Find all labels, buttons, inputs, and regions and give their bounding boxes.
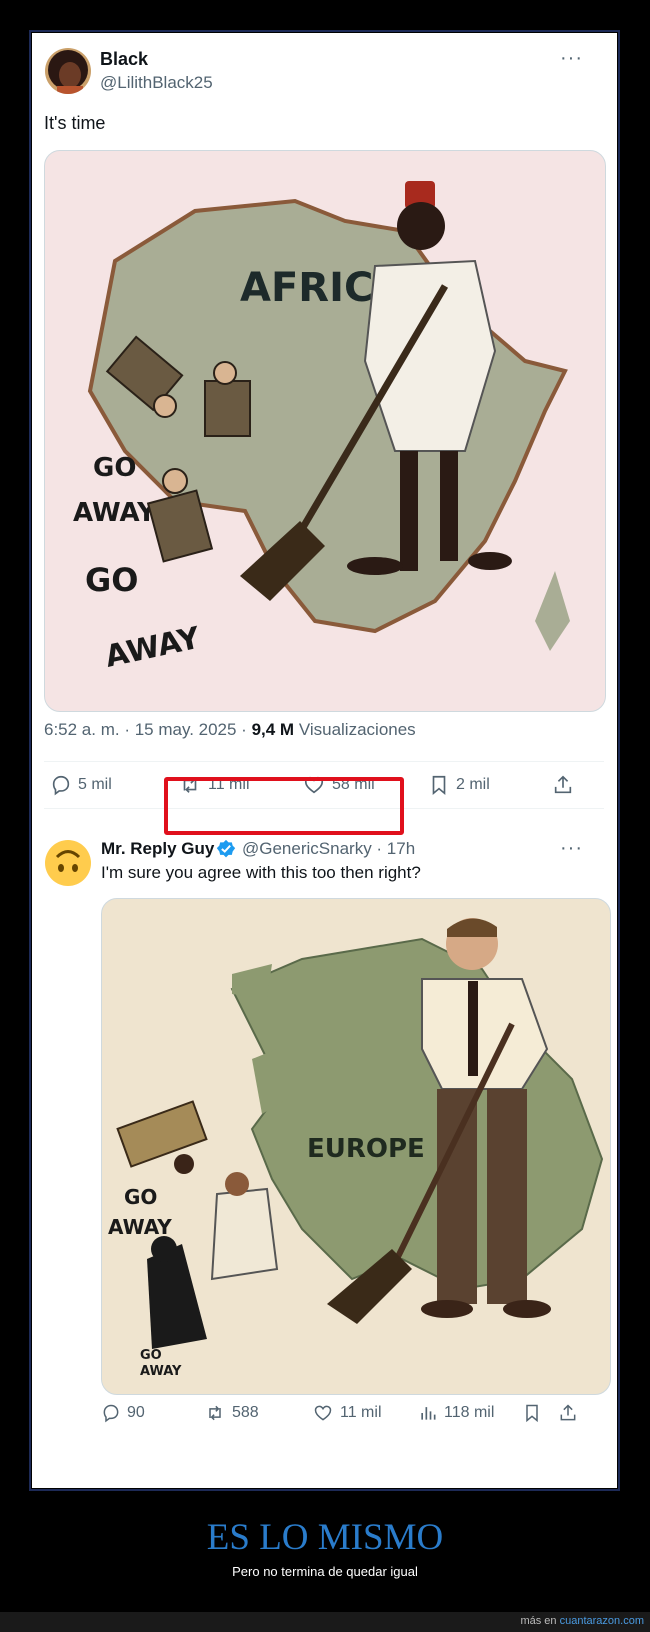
footer-site-link[interactable]: cuantarazon.com <box>560 1615 644 1627</box>
views-button[interactable]: 118 mil <box>418 1395 494 1431</box>
avatar-image <box>45 48 91 94</box>
author-handle[interactable]: @LilithBlack25 <box>100 73 213 93</box>
views-count: 118 mil <box>444 1404 495 1421</box>
reply-author-name[interactable]: Mr. Reply Guy <box>101 839 214 859</box>
reply-button[interactable]: 5 mil <box>50 763 112 807</box>
footer-prefix: más en <box>520 1615 560 1627</box>
share-icon <box>554 775 572 794</box>
retweet-icon <box>209 1405 221 1421</box>
africa-illustration: AFRICA GO AWAY GO AWAY <box>73 181 570 675</box>
go-away-text: AWAY <box>140 1364 182 1379</box>
caption-title: ES LO MISMO <box>206 1517 444 1558</box>
share-icon <box>560 1404 576 1421</box>
tweet-meta: 6:52 a. m. · 15 may. 2025 · 9,4 M Visual… <box>44 710 416 750</box>
bookmark-button[interactable]: 2 mil <box>428 763 490 807</box>
verified-badge-icon <box>216 839 236 864</box>
views-label: Visualizaciones <box>294 720 416 739</box>
highlight-box <box>164 777 404 835</box>
more-options-icon[interactable]: ··· <box>560 837 583 860</box>
avatar[interactable] <box>45 48 91 94</box>
retweet-count: 588 <box>232 1404 259 1421</box>
go-away-text: AWAY <box>108 1215 172 1239</box>
go-away-text: GO <box>93 453 136 483</box>
caption-subtitle: Pero no termina de quedar igual <box>232 1564 418 1579</box>
bookmark-icon <box>526 1404 538 1423</box>
reply-icon <box>52 775 70 796</box>
screenshot-frame: Black @LilithBlack25 ··· It's time AFRIC… <box>29 30 620 1491</box>
bookmark-icon <box>432 775 446 796</box>
footer-text: más en cuantarazon.com <box>520 1615 644 1627</box>
go-away-text: GO <box>85 561 138 599</box>
reply-author-handle[interactable]: @GenericSnarky · 17h <box>242 839 415 859</box>
reply-button[interactable]: 90 <box>101 1395 145 1431</box>
avatar[interactable] <box>44 839 92 887</box>
retweet-button[interactable]: 588 <box>204 1395 259 1431</box>
go-away-text: GO <box>124 1185 157 1209</box>
bookmark-button[interactable] <box>522 1395 548 1431</box>
bookmark-count: 2 mil <box>456 776 490 793</box>
go-away-text: GO <box>140 1348 162 1363</box>
tweet-timestamp[interactable]: 6:52 a. m. · 15 may. 2025 · <box>44 720 252 739</box>
go-away-text: AWAY <box>102 620 204 674</box>
like-button[interactable]: 11 mil <box>312 1395 382 1431</box>
reply-icon <box>103 1404 119 1423</box>
like-count: 11 mil <box>340 1404 382 1421</box>
heart-icon <box>314 1405 332 1421</box>
reply-image-europe[interactable]: EUROPE GO AWAY GO AWAY <box>101 898 611 1395</box>
divider <box>44 761 604 762</box>
more-options-icon[interactable]: ··· <box>560 47 583 70</box>
reply-text: I'm sure you agree with this too then ri… <box>101 863 421 882</box>
share-button[interactable] <box>558 1395 584 1431</box>
share-button[interactable] <box>552 763 580 807</box>
europe-map-label: EUROPE <box>307 1134 425 1164</box>
europe-illustration: EUROPE GO AWAY GO AWAY <box>108 918 604 1379</box>
tweet-text: It's time <box>44 113 106 133</box>
footer-bar: más en cuantarazon.com <box>0 1612 650 1632</box>
go-away-text: AWAY <box>73 498 157 528</box>
analytics-icon <box>421 1407 436 1420</box>
upside-down-face-icon <box>45 840 91 886</box>
tweet-image-africa[interactable]: AFRICA GO AWAY GO AWAY <box>44 150 606 712</box>
reply-count: 5 mil <box>78 776 112 793</box>
author-name[interactable]: Black <box>100 49 148 70</box>
reply-count: 90 <box>127 1404 145 1421</box>
views-count: 9,4 M <box>251 720 295 739</box>
